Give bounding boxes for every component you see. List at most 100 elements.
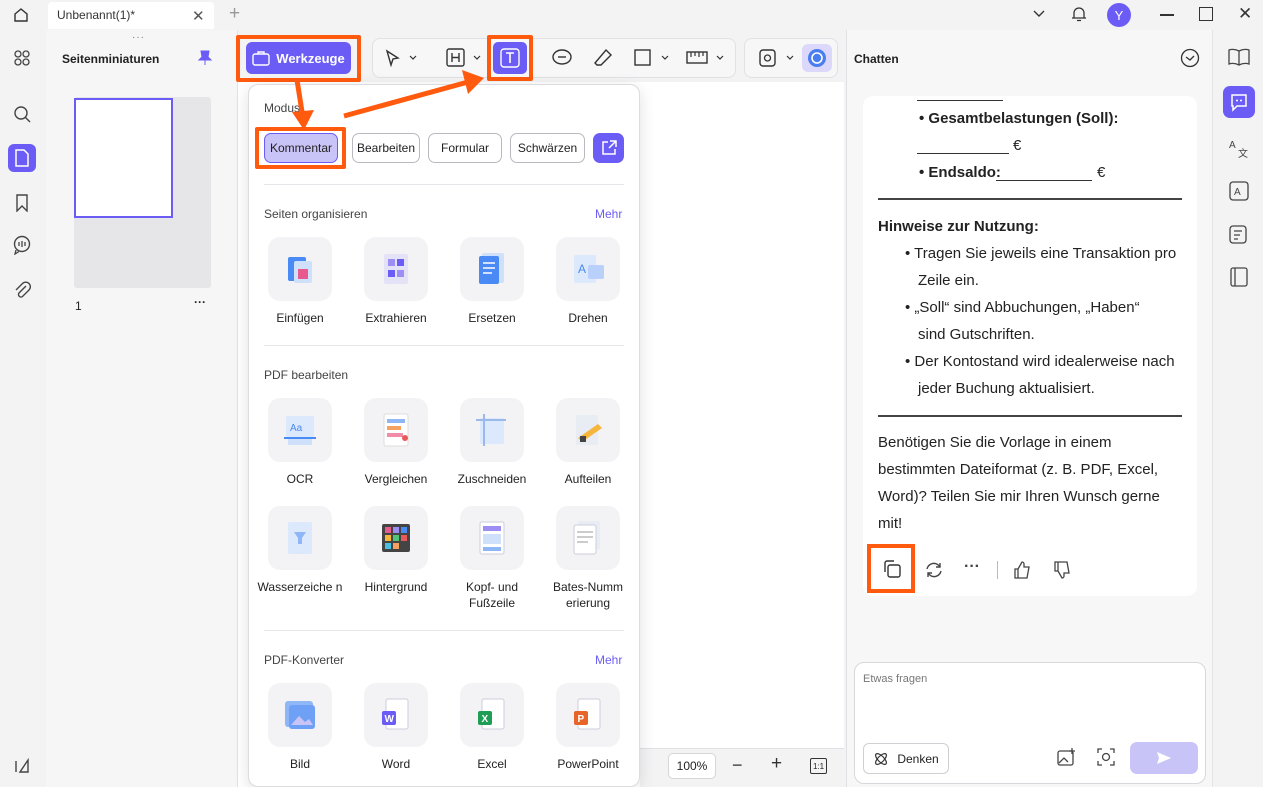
sidebar-toggle-icon[interactable] bbox=[8, 752, 36, 780]
stamp-icon[interactable] bbox=[758, 48, 798, 68]
svg-text:A: A bbox=[1229, 140, 1236, 151]
tool-label-background: Hintergrund bbox=[364, 580, 428, 594]
screenshot-icon[interactable] bbox=[1096, 747, 1116, 767]
more-icon[interactable]: ··· bbox=[964, 558, 980, 576]
bates-numbering-icon[interactable] bbox=[556, 506, 620, 570]
select-cursor-icon[interactable] bbox=[384, 49, 418, 67]
svg-text:Aa: Aa bbox=[290, 423, 303, 434]
crop-icon[interactable] bbox=[460, 398, 524, 462]
ai-assistant-icon[interactable] bbox=[802, 44, 832, 72]
zoom-level[interactable]: 100% bbox=[668, 753, 716, 779]
page-thumbnails-icon[interactable] bbox=[8, 144, 36, 172]
new-tab-icon[interactable]: + bbox=[229, 3, 240, 25]
regenerate-icon[interactable] bbox=[924, 560, 944, 580]
convert-word-icon[interactable]: W bbox=[364, 683, 428, 747]
tools-button[interactable]: Werkzeuge bbox=[246, 42, 351, 74]
header-footer-icon[interactable] bbox=[460, 506, 524, 570]
close-window-icon[interactable]: ✕ bbox=[1238, 4, 1252, 24]
divider bbox=[264, 184, 624, 185]
send-button[interactable] bbox=[1130, 742, 1198, 774]
more-link-converter[interactable]: Mehr bbox=[595, 653, 622, 667]
page-more-icon[interactable]: ··· bbox=[194, 295, 206, 309]
watermark-icon[interactable] bbox=[268, 506, 332, 570]
insert-icon[interactable] bbox=[268, 237, 332, 301]
background-icon[interactable] bbox=[364, 506, 428, 570]
add-image-icon[interactable] bbox=[1056, 747, 1076, 767]
page-thumbnail[interactable] bbox=[74, 98, 173, 218]
thumbs-down-icon[interactable] bbox=[1052, 560, 1072, 580]
chevron-down-icon[interactable] bbox=[1032, 8, 1046, 20]
replace-icon[interactable] bbox=[460, 237, 524, 301]
section-title-edit: PDF bearbeiten bbox=[264, 368, 349, 382]
apps-icon[interactable] bbox=[8, 44, 36, 72]
chat-input-box: Etwas fragen Denken bbox=[854, 662, 1206, 784]
minimize-icon[interactable] bbox=[1160, 14, 1174, 16]
mode-formular[interactable]: Formular bbox=[428, 133, 502, 163]
page-number: 1 bbox=[75, 299, 82, 313]
tool-label-bates: Bates-Numm erierung bbox=[552, 580, 623, 610]
split-icon[interactable] bbox=[556, 398, 620, 462]
divider bbox=[264, 630, 624, 631]
bullet-1-text: Tragen Sie jeweils eine Transaktion pro bbox=[914, 245, 1177, 262]
translate-icon[interactable]: A文 bbox=[1225, 134, 1253, 162]
maximize-icon[interactable] bbox=[1199, 7, 1213, 21]
attachment-icon[interactable] bbox=[8, 276, 36, 304]
more-link-organize[interactable]: Mehr bbox=[595, 207, 622, 221]
thumbs-up-icon[interactable] bbox=[1012, 560, 1032, 580]
right-rail: A文 A bbox=[1212, 30, 1263, 787]
ocr-text-icon[interactable]: A bbox=[1225, 177, 1253, 205]
mode-kommentar[interactable]: Kommentar bbox=[264, 133, 338, 163]
convert-excel-icon[interactable]: X bbox=[460, 683, 524, 747]
comments-icon[interactable] bbox=[8, 231, 36, 259]
pin-icon[interactable] bbox=[198, 50, 212, 66]
close-tab-icon[interactable]: ✕ bbox=[192, 7, 205, 25]
mode-title: Modus bbox=[264, 101, 301, 115]
tool-label-header-footer: Kopf- und Fußzeile bbox=[465, 580, 519, 610]
search-icon[interactable] bbox=[8, 100, 36, 128]
zoom-in-icon[interactable]: + bbox=[771, 753, 782, 775]
bookmark-icon[interactable] bbox=[8, 189, 36, 217]
document-tab[interactable]: Unbenannt(1)* ✕ bbox=[48, 2, 214, 29]
chat-input[interactable]: Etwas fragen bbox=[863, 673, 927, 685]
title-bar: Unbenannt(1)* ✕ + Y ✕ bbox=[0, 0, 1263, 30]
measure-icon[interactable] bbox=[685, 49, 727, 67]
svg-text:A: A bbox=[578, 262, 586, 276]
avatar[interactable]: Y bbox=[1107, 3, 1131, 27]
ai-chat-icon[interactable] bbox=[1223, 86, 1255, 118]
compare-icon[interactable] bbox=[364, 398, 428, 462]
mode-schwaerzen[interactable]: Schwärzen bbox=[510, 133, 585, 163]
extract-icon[interactable] bbox=[364, 237, 428, 301]
highlight-text-icon[interactable] bbox=[445, 48, 483, 68]
blank-line bbox=[917, 153, 1009, 154]
eraser-icon[interactable] bbox=[593, 48, 613, 68]
think-button[interactable]: Denken bbox=[863, 743, 949, 774]
book-icon[interactable] bbox=[1225, 263, 1253, 291]
bell-icon[interactable] bbox=[1070, 5, 1088, 23]
svg-text:文: 文 bbox=[1238, 147, 1248, 159]
convert-powerpoint-icon[interactable]: P bbox=[556, 683, 620, 747]
ocr-icon[interactable]: Aa bbox=[268, 398, 332, 462]
open-external-icon[interactable] bbox=[593, 133, 624, 163]
convert-image-icon[interactable] bbox=[268, 683, 332, 747]
tool-label-rotate: Drehen bbox=[568, 311, 608, 325]
line-endsaldo-text: Endsaldo: bbox=[928, 164, 1001, 181]
callout-icon[interactable] bbox=[551, 48, 573, 68]
reader-icon[interactable] bbox=[1225, 43, 1253, 71]
euro-sign: € bbox=[1013, 137, 1022, 154]
text-tool-icon[interactable] bbox=[493, 42, 527, 74]
home-icon[interactable] bbox=[10, 5, 32, 25]
tool-label-ocr: OCR bbox=[286, 472, 314, 486]
zoom-out-icon[interactable]: − bbox=[732, 755, 743, 776]
rotate-icon[interactable]: A bbox=[556, 237, 620, 301]
mode-bearbeiten[interactable]: Bearbeiten bbox=[352, 133, 420, 163]
fit-page-icon[interactable]: 1:1 bbox=[810, 758, 827, 774]
shape-rectangle-icon[interactable] bbox=[633, 49, 671, 67]
history-icon[interactable] bbox=[1180, 48, 1200, 68]
closing-line-4: mit! bbox=[878, 515, 903, 532]
bullet-2-line-1: • „Soll“ sind Abbuchungen, „Haben“ bbox=[905, 299, 1140, 316]
summary-icon[interactable] bbox=[1225, 220, 1253, 248]
svg-text:A: A bbox=[1234, 187, 1241, 198]
line-gesamt: • Gesamtbelastungen (Soll): bbox=[919, 110, 1119, 127]
copy-icon[interactable] bbox=[882, 559, 902, 579]
drag-handle-icon[interactable]: ··· bbox=[132, 32, 145, 43]
